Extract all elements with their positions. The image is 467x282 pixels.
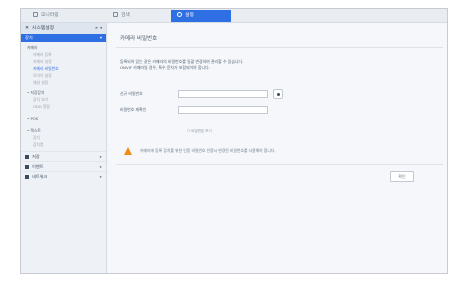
tab-monitoring[interactable]: 모니터링 — [27, 10, 65, 22]
sidebar-item-camera-password[interactable]: 카메라 비밀번호 — [21, 65, 106, 72]
confirm-password-label: 비밀번호 재확인 — [120, 107, 147, 112]
description-line: ONVIF 카메라일 경우, 특수 문자가 포함되어야 합니다. — [120, 64, 210, 70]
warning-message: 카메라에 등록 장치를 위한 인증 비밀번호 인증시 변경된 비밀번호를 사용해… — [124, 147, 276, 155]
show-password-checkbox[interactable]: ☐ 비밀번호 보기 — [187, 129, 212, 134]
close-icon[interactable]: ✕ — [25, 26, 29, 31]
sidebar-header-title: 시스템설정 — [32, 26, 55, 31]
sidebar-item-channel-settings[interactable]: 채널 설정 — [21, 79, 106, 86]
tab-label: 설정 — [185, 13, 194, 18]
sidebar-cat-label: 이벤트 — [32, 164, 44, 169]
footer-divider — [116, 164, 443, 165]
sidebar-item-camera-register[interactable]: 카메라 등록 — [21, 51, 106, 58]
sidebar-item-record[interactable]: 저장 ▸ — [21, 151, 106, 161]
new-password-field[interactable] — [178, 90, 268, 98]
network-icon — [25, 175, 29, 179]
description: 등록되어 있는 같은 카메라의 비밀번호를 일괄 변경하여 관리할 수 있습니다… — [120, 59, 350, 70]
confirm-password-field[interactable] — [178, 106, 268, 114]
sidebar: ✕ 시스템설정 ▸ ◂ 장치 ▾ 카메라 카메라 등록 카메라 설정 카메라 비밀… — [21, 23, 107, 273]
gear-icon — [177, 12, 182, 17]
event-icon — [25, 165, 29, 169]
sidebar-item-storage[interactable]: • 저장장치 — [21, 89, 106, 96]
sidebar-cat-label: 저장 — [32, 154, 40, 159]
confirm-button[interactable]: 확인 — [390, 171, 414, 182]
main-panel: 카메라 비밀번호 등록되어 있는 같은 카메라의 비밀번호를 일괄 변경하여 관… — [108, 23, 447, 273]
tab-label: 검색 — [121, 13, 130, 18]
warning-text: 카메라에 등록 장치를 위한 인증 비밀번호 인증시 변경된 비밀번호를 사용해… — [140, 148, 276, 153]
sidebar-item-text[interactable]: • 텍스트 — [21, 127, 106, 134]
sidebar-item-device[interactable]: 장치 — [21, 134, 106, 141]
collapse-icon[interactable]: ▸ ◂ — [96, 23, 102, 34]
sidebar-item-device-name[interactable]: 장치명 — [21, 141, 106, 148]
search-icon — [113, 12, 118, 17]
sidebar-group-device[interactable]: 장치 ▾ — [21, 34, 106, 42]
title-divider — [116, 47, 443, 48]
sidebar-group-label: 장치 — [25, 35, 33, 40]
sidebar-item-hdd-alarm[interactable]: HDD 알람 — [21, 103, 106, 110]
sidebar-item-moai-settings[interactable]: 모아이 설정 — [21, 72, 106, 79]
app-window: 모니터링 검색 설정 ✕ 시스템설정 ▸ ◂ 장치 ▾ 카메라 카메라 등록 카메… — [20, 8, 448, 274]
tab-search[interactable]: 검색 — [107, 10, 136, 22]
sidebar-item-device-view[interactable]: 장치 보기 — [21, 96, 106, 103]
sidebar-item-pos[interactable]: • POS — [21, 115, 106, 122]
chevron-down-icon: ▾ — [99, 35, 102, 40]
tab-label: 모니터링 — [41, 13, 59, 18]
sidebar-header: ✕ 시스템설정 ▸ ◂ — [21, 23, 106, 34]
monitor-icon — [33, 12, 38, 17]
storage-icon — [25, 155, 29, 159]
sidebar-cat-label: 네트워크 — [32, 174, 48, 179]
show-password-icon[interactable] — [273, 89, 283, 99]
chevron-right-icon: ▸ — [99, 174, 102, 179]
sidebar-item-camera[interactable]: 카메라 — [21, 44, 106, 51]
sidebar-item-camera-settings[interactable]: 카메라 설정 — [21, 58, 106, 65]
sidebar-item-network[interactable]: 네트워크 ▸ — [21, 171, 106, 181]
new-password-label: 신규 비밀번호 — [120, 91, 143, 96]
tab-settings[interactable]: 설정 — [171, 10, 231, 22]
sidebar-categories: 저장 ▸ 이벤트 ▸ 네트워크 ▸ — [21, 151, 106, 181]
sidebar-item-event[interactable]: 이벤트 ▸ — [21, 161, 106, 171]
page-title: 카메라 비밀번호 — [120, 36, 158, 42]
sidebar-item-list: 카메라 카메라 등록 카메라 설정 카메라 비밀번호 모아이 설정 채널 설정 … — [21, 42, 106, 148]
new-password-row: 신규 비밀번호 — [120, 89, 283, 99]
confirm-password-row: 비밀번호 재확인 — [120, 106, 268, 114]
warning-icon — [124, 147, 132, 155]
top-tab-bar: 모니터링 검색 설정 — [21, 9, 447, 23]
